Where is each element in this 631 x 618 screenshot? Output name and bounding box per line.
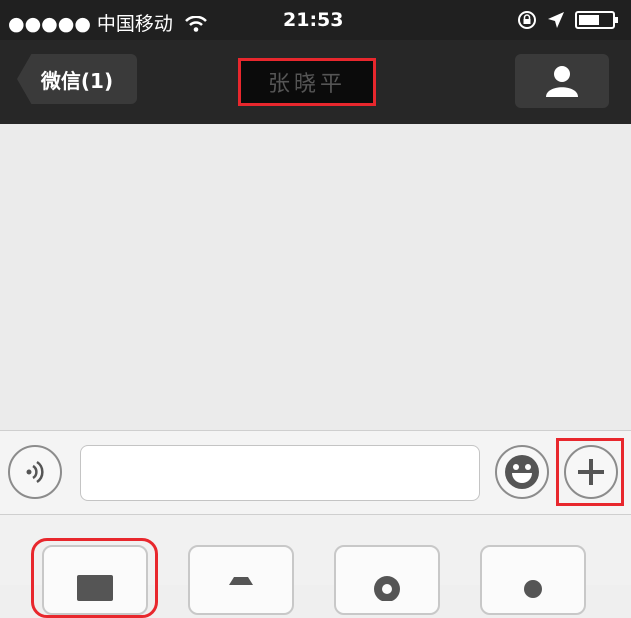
chat-info-button[interactable] bbox=[515, 54, 609, 108]
message-list[interactable] bbox=[0, 124, 631, 430]
back-button-label: 微信(1) bbox=[40, 68, 114, 93]
camera-tile[interactable] bbox=[188, 545, 294, 615]
lock-rotation-icon bbox=[518, 11, 536, 29]
person-icon bbox=[546, 66, 578, 97]
chat-title-redacted: 张晓平 bbox=[238, 58, 376, 106]
camera-icon bbox=[229, 577, 253, 585]
contact-card-tile[interactable] bbox=[480, 545, 586, 615]
chat-title: 张晓平 bbox=[267, 72, 346, 97]
clock: 21:53 bbox=[283, 9, 344, 31]
location-arrow-icon bbox=[548, 12, 564, 28]
voice-icon bbox=[26, 460, 44, 484]
navigation-bar: 微信(1) 张晓平 bbox=[0, 40, 631, 124]
more-actions-button[interactable] bbox=[564, 445, 618, 499]
emoji-icon bbox=[505, 455, 539, 489]
status-icons bbox=[517, 10, 619, 30]
more-actions-panel bbox=[0, 515, 631, 618]
voice-toggle-button[interactable] bbox=[8, 445, 62, 499]
plus-icon bbox=[578, 459, 604, 485]
status-bar: ●●●●● 中国移动 21:53 bbox=[0, 0, 631, 40]
back-button[interactable]: 微信(1) bbox=[17, 54, 137, 104]
photo-tile[interactable] bbox=[42, 545, 148, 615]
image-icon bbox=[77, 575, 113, 601]
carrier-label: ●●●●● 中国移动 bbox=[8, 9, 207, 36]
location-icon bbox=[374, 576, 400, 601]
plus-button-highlight bbox=[556, 438, 624, 506]
contact-card-icon bbox=[524, 580, 542, 598]
input-toolbar bbox=[0, 430, 631, 515]
message-input[interactable] bbox=[80, 445, 480, 501]
wifi-icon bbox=[185, 15, 207, 32]
location-tile[interactable] bbox=[334, 545, 440, 615]
battery-icon bbox=[575, 11, 618, 29]
emoji-button[interactable] bbox=[495, 445, 549, 499]
